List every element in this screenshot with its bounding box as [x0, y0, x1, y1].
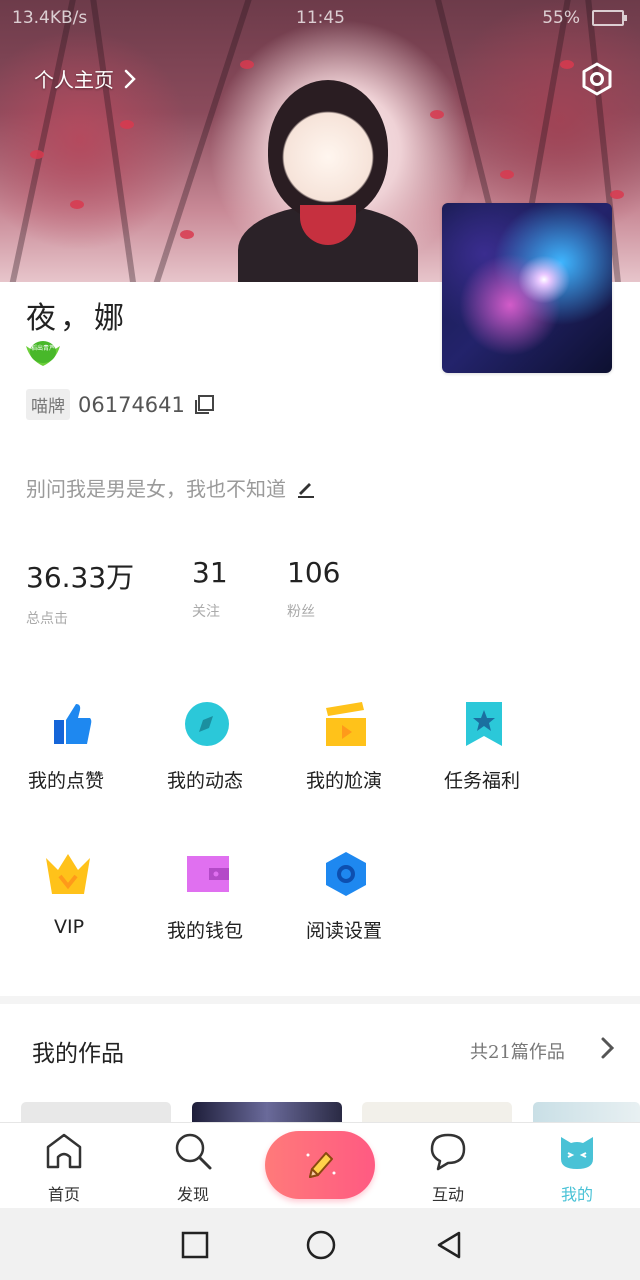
nav-label: 发现 [176, 1185, 209, 1204]
stat-value: 36.33万 [26, 561, 135, 594]
user-id-row: 喵牌 06174641 [26, 389, 215, 420]
stat-followers[interactable]: 106 粉丝 [287, 556, 340, 621]
clapperboard-icon [326, 702, 366, 746]
net-speed: 13.4KB/s [12, 8, 88, 28]
menu-label: 我的钱包 [167, 920, 244, 942]
user-id-number: 06174641 [78, 392, 185, 417]
personal-homepage-label: 个人主页 [34, 68, 114, 92]
nav-label: 互动 [431, 1185, 464, 1204]
bio-text: 别问我是男是女，我也不知道 [26, 477, 286, 501]
pencil-icon [306, 1152, 336, 1178]
cat-face-icon [561, 1137, 593, 1169]
crown-icon [46, 854, 90, 894]
stat-label: 粉丝 [287, 604, 315, 620]
stat-label: 关注 [192, 604, 220, 620]
nav-home[interactable]: 首页 [19, 1123, 109, 1209]
username: 夜，娜 [26, 301, 128, 336]
copy-icon[interactable] [193, 394, 215, 416]
thumbs-up-icon [54, 704, 92, 744]
stat-value: 106 [287, 556, 341, 589]
menu-label: 任务福利 [444, 770, 521, 792]
menu-label: VIP [54, 916, 85, 938]
back-triangle-icon[interactable] [434, 1230, 464, 1260]
badge-text: 稻出青芦 [31, 344, 55, 352]
profile-cover-image[interactable] [442, 203, 612, 373]
menu-label: 我的尬演 [306, 770, 383, 792]
works-count[interactable]: 共21篇作品 [470, 1038, 565, 1064]
home-icon [46, 1133, 82, 1169]
search-icon [175, 1133, 212, 1170]
status-bar: 13.4KB/s 11:45 55% [0, 0, 640, 38]
clock: 11:45 [296, 8, 345, 28]
user-bio[interactable]: 别问我是男是女，我也不知道 [26, 473, 316, 502]
stat-label: 总点击 [26, 611, 68, 627]
stat-following[interactable]: 31 关注 [192, 556, 228, 621]
settings-gear-icon[interactable] [580, 62, 614, 96]
wallet-icon [187, 856, 229, 892]
chevron-right-icon [124, 69, 136, 88]
level-badge-icon: 稻出青芦 [26, 341, 60, 366]
battery-level: 55% [542, 8, 580, 28]
menu-label: 我的点赞 [28, 770, 105, 792]
hexagon-icon [326, 852, 366, 896]
chevron-right-icon[interactable] [598, 1036, 618, 1060]
edit-pencil-icon[interactable] [296, 478, 316, 498]
menu-label: 阅读设置 [306, 920, 383, 942]
nav-label: 首页 [47, 1185, 80, 1204]
id-tag: 喵牌 [26, 389, 70, 420]
bottom-nav: 首页 发现 互动 我的 [0, 1122, 640, 1208]
write-button[interactable] [265, 1131, 375, 1199]
section-divider [0, 996, 640, 1004]
battery-icon [592, 10, 627, 26]
stat-clicks[interactable]: 36.33万 总点击 [26, 556, 134, 628]
compass-icon [185, 702, 229, 746]
stat-value: 31 [192, 556, 228, 589]
bookmark-star-icon [466, 702, 502, 746]
home-circle-icon[interactable] [306, 1230, 336, 1260]
nav-interact[interactable]: 互动 [403, 1123, 493, 1209]
recent-apps-icon[interactable] [180, 1230, 210, 1260]
system-nav-bar [0, 1208, 640, 1280]
nav-label: 我的 [560, 1185, 593, 1204]
nav-me[interactable]: 我的 [532, 1123, 622, 1209]
menu-label: 我的动态 [167, 770, 244, 792]
personal-homepage-link[interactable]: 个人主页 [34, 64, 136, 93]
chat-bubble-icon [430, 1133, 466, 1171]
nav-discover[interactable]: 发现 [148, 1123, 238, 1209]
works-title: 我的作品 [32, 1041, 124, 1067]
